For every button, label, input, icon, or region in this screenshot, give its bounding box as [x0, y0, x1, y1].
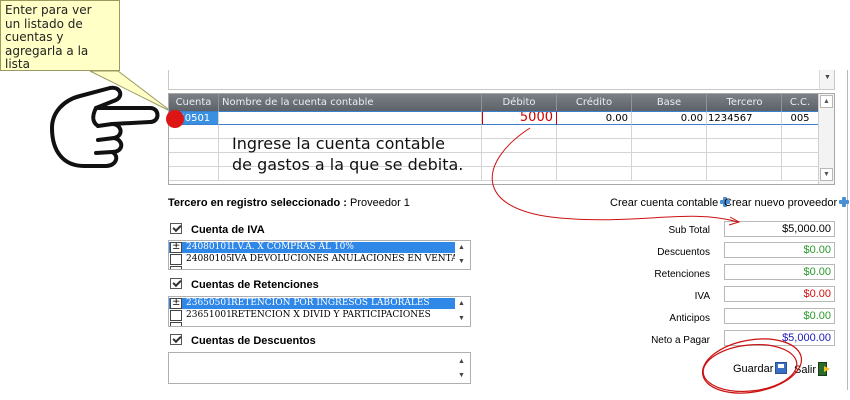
- chevron-up-icon[interactable]: ▲: [458, 358, 465, 365]
- checkbox-icon[interactable]: [170, 254, 182, 265]
- save-button[interactable]: Guardar: [733, 362, 788, 375]
- grid-scrollbar[interactable]: ▲ ▼: [818, 94, 834, 184]
- chevron-down-icon[interactable]: ▼: [458, 258, 465, 265]
- exit-button[interactable]: Salir: [794, 362, 831, 376]
- chevron-down-icon[interactable]: ▼: [458, 372, 465, 379]
- list-item[interactable]: 23650501 RETENCION POR INGRESOS LABORALE…: [169, 298, 457, 309]
- anticipos-label: Anticipos: [669, 313, 710, 324]
- table-row[interactable]: 050501 5000 0.00 0.00 1234567 005: [169, 111, 819, 125]
- checkbox-icon[interactable]: [170, 266, 182, 269]
- account-code: 23651001: [186, 310, 232, 320]
- iva-value: $0.00: [724, 286, 835, 302]
- descuentos-scrollbar[interactable]: ▲ ▼: [455, 353, 470, 383]
- pointing-hand-icon: [50, 85, 160, 168]
- descuentos-value: $0.00: [724, 242, 835, 258]
- cell-tercero[interactable]: 1234567: [707, 111, 782, 125]
- list-item[interactable]: 24080105 IVA DEVOLUCIONES ANULACIONES EN…: [169, 254, 457, 265]
- exit-door-icon[interactable]: [818, 362, 831, 376]
- list-item[interactable]: [169, 266, 457, 269]
- list-item[interactable]: 23651001 RETENCION X DIVID Y PARTICIPACI…: [169, 310, 457, 321]
- neto-value: $5,000.00: [724, 330, 835, 346]
- create-account-label[interactable]: Crear cuenta contable: [610, 197, 718, 209]
- cell-base[interactable]: 0.00: [632, 111, 707, 125]
- tooltip-line: un listado de: [5, 16, 83, 31]
- iva-section-title: Cuenta de IVA: [191, 224, 265, 236]
- descuentos-listbox[interactable]: ▲ ▼: [168, 352, 471, 384]
- checkbox-icon[interactable]: [170, 322, 182, 326]
- iva-listbox[interactable]: 24080101 I.V.A. X COMPRAS AL 10% 2408010…: [168, 240, 471, 270]
- cell-debito[interactable]: 5000: [482, 111, 557, 125]
- column-header-nombre[interactable]: Nombre de la cuenta contable: [219, 94, 482, 111]
- checkbox-icon[interactable]: [170, 242, 182, 253]
- retenciones-section-title: Cuentas de Retenciones: [191, 279, 319, 291]
- subtotal-label: Sub Total: [668, 225, 710, 236]
- chevron-down-icon[interactable]: ▼: [824, 74, 831, 81]
- retenciones-listbox[interactable]: 23650501 RETENCION POR INGRESOS LABORALE…: [168, 296, 471, 327]
- tercero-value: Proveedor 1: [349, 197, 410, 209]
- chevron-down-icon[interactable]: ▼: [458, 315, 465, 322]
- tooltip-line: Enter para ver: [5, 3, 92, 17]
- tercero-label: Tercero en registro seleccionado :: [168, 197, 347, 209]
- exit-label[interactable]: Salir: [794, 364, 816, 376]
- checkbox-icon[interactable]: [170, 298, 182, 309]
- tooltip-line: agregarla a la lista: [5, 43, 89, 71]
- scroll-down-icon[interactable]: ▼: [820, 168, 833, 181]
- grid-header: Cuenta Nombre de la cuenta contable Débi…: [169, 94, 819, 111]
- checkbox-icon[interactable]: [170, 310, 182, 321]
- column-header-base[interactable]: Base: [632, 94, 707, 111]
- list-item[interactable]: [169, 322, 457, 326]
- tooltip-line: cuentas y: [5, 30, 64, 44]
- chevron-up-icon[interactable]: ▲: [458, 300, 465, 307]
- account-code: 23650501: [186, 298, 232, 308]
- list-item[interactable]: 24080101 I.V.A. X COMPRAS AL 10%: [169, 242, 457, 253]
- iva-label: IVA: [694, 291, 710, 302]
- column-header-credito[interactable]: Crédito: [557, 94, 632, 111]
- retenciones-value: $0.00: [724, 264, 835, 280]
- checkbox-icon[interactable]: [170, 334, 182, 345]
- tercero-selected: Tercero en registro seleccionado : Prove…: [168, 197, 410, 209]
- account-desc: RETENCION POR INGRESOS LABORALES: [231, 298, 430, 308]
- instruction-line: de gastos a la que se debita.: [232, 155, 464, 174]
- retenciones-scrollbar[interactable]: ▲ ▼: [455, 297, 470, 326]
- save-label[interactable]: Guardar: [733, 363, 773, 375]
- descuentos-section-title: Cuentas de Descuentos: [191, 335, 316, 347]
- checkbox-icon[interactable]: [170, 223, 182, 234]
- descuentos-label: Descuentos: [657, 247, 710, 258]
- plus-icon[interactable]: [839, 197, 850, 207]
- column-header-tercero[interactable]: Tercero: [707, 94, 782, 111]
- column-header-cuenta[interactable]: Cuenta: [169, 94, 219, 111]
- create-account-link[interactable]: Crear cuenta contable: [610, 197, 731, 209]
- cell-cc[interactable]: 005: [782, 111, 819, 125]
- help-tooltip: Enter para ver un listado de cuentas y a…: [0, 0, 120, 71]
- instruction-line: Ingrese la cuenta contable: [232, 134, 446, 153]
- retenciones-label: Retenciones: [654, 269, 710, 280]
- cell-cuenta[interactable]: 050501: [169, 111, 219, 125]
- account-desc: IVA DEVOLUCIONES ANULACIONES EN VENTA: [231, 254, 457, 264]
- floppy-disk-icon[interactable]: [775, 362, 788, 374]
- cell-credito[interactable]: 0.00: [557, 111, 632, 125]
- scroll-up-icon[interactable]: ▲: [820, 95, 833, 108]
- cell-nombre[interactable]: [219, 111, 482, 125]
- checkbox-icon[interactable]: [170, 278, 182, 289]
- column-header-cc[interactable]: C.C.: [782, 94, 819, 111]
- panel-border: [847, 70, 848, 390]
- column-header-debito[interactable]: Débito: [482, 94, 557, 111]
- neto-label: Neto a Pagar: [651, 335, 710, 346]
- top-panel-scrollbar[interactable]: ▼: [819, 70, 834, 89]
- create-provider-link[interactable]: Crear nuevo proveedor: [724, 197, 850, 209]
- create-provider-label[interactable]: Crear nuevo proveedor: [724, 197, 837, 209]
- account-code: 24080105: [186, 254, 232, 264]
- anticipos-value: $0.00: [724, 308, 835, 324]
- account-desc: RETENCION X DIVID Y PARTICIPACIONES: [231, 310, 431, 320]
- top-panel: ▼: [168, 70, 835, 90]
- account-code: 24080101: [186, 242, 232, 252]
- chevron-up-icon[interactable]: ▲: [458, 244, 465, 251]
- instruction-text: Ingrese la cuenta contable de gastos a l…: [232, 133, 463, 175]
- subtotal-value: $5,000.00: [724, 221, 835, 237]
- iva-scrollbar[interactable]: ▲ ▼: [455, 241, 470, 269]
- account-desc: I.V.A. X COMPRAS AL 10%: [231, 242, 354, 252]
